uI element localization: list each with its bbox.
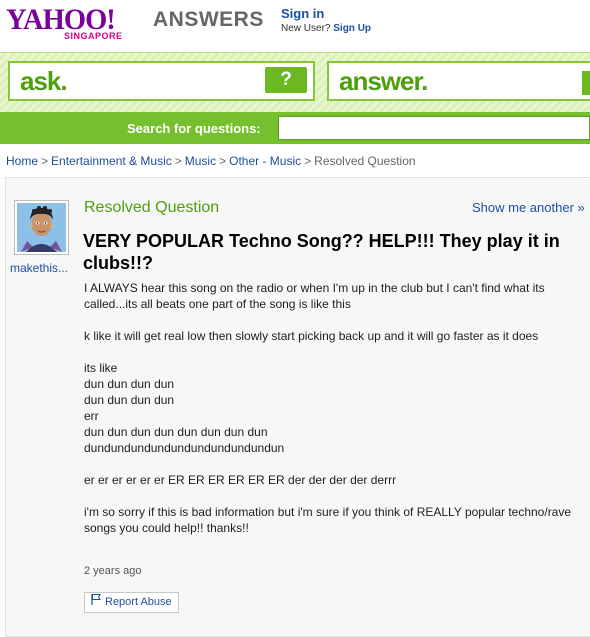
body-paragraph: I ALWAYS hear this song on the radio or … — [84, 281, 545, 311]
body-paragraph: er er er er er er ER ER ER ER ER ER der … — [84, 473, 397, 487]
resolved-question-heading: Resolved Question — [84, 199, 220, 216]
question-timestamp: 2 years ago — [84, 565, 142, 577]
user-avatar[interactable] — [14, 200, 69, 255]
flag-icon — [90, 593, 102, 612]
answer-tab[interactable]: answer. — [327, 61, 590, 101]
body-line: dun dun dun dun — [84, 393, 175, 407]
question-body: I ALWAYS hear this song on the radio or … — [84, 280, 584, 552]
breadcrumb-separator: > — [41, 154, 49, 168]
page-header: YAHOO! SINGAPORE ANSWERS Sign in New Use… — [0, 0, 590, 52]
report-abuse-label: Report Abuse — [105, 596, 172, 608]
logo-region: SINGAPORE — [64, 31, 123, 41]
ask-answer-band: ask. ? answer. — [0, 52, 590, 112]
product-name: ANSWERS — [153, 8, 264, 31]
breadcrumb-music[interactable]: Music — [185, 154, 216, 168]
body-line: dun dun dun dun dun dun dun dun — [84, 425, 268, 439]
yahoo-answers-logo[interactable]: YAHOO! SINGAPORE — [6, 4, 122, 42]
body-paragraph: k like it will get real low then slowly … — [84, 329, 539, 343]
body-paragraph: i'm so sorry if this is bad information … — [84, 505, 572, 535]
question-title: VERY POPULAR Techno Song?? HELP!!! They … — [83, 231, 560, 273]
breadcrumb-other-music[interactable]: Other - Music — [229, 154, 301, 168]
breadcrumb-entertainment-music[interactable]: Entertainment & Music — [51, 154, 172, 168]
new-user-text: New User? — [281, 23, 331, 34]
report-abuse-button[interactable]: Report Abuse — [84, 592, 179, 613]
breadcrumb-current: Resolved Question — [314, 154, 416, 168]
body-line: err — [84, 409, 99, 423]
body-line: its like — [84, 361, 118, 375]
ask-question-button[interactable]: ? — [265, 67, 307, 93]
avatar-image — [17, 203, 66, 252]
answer-label: answer. — [339, 66, 428, 96]
ask-label: ask. — [20, 66, 68, 96]
new-user-prompt: New User? Sign Up — [281, 23, 371, 34]
breadcrumb-separator: > — [219, 154, 227, 168]
search-label: Search for questions: — [127, 121, 261, 136]
show-another-link[interactable]: Show me another » — [472, 200, 585, 215]
search-bar: Search for questions: — [0, 112, 590, 144]
breadcrumb-separator: > — [304, 154, 312, 168]
ask-tab[interactable]: ask. ? — [8, 61, 315, 101]
answer-tab-edge — [582, 71, 590, 95]
breadcrumb-separator: > — [174, 154, 182, 168]
breadcrumb-home[interactable]: Home — [6, 154, 38, 168]
question-panel: makethis... Resolved Question Show me an… — [5, 177, 590, 637]
search-input[interactable] — [278, 116, 590, 140]
body-line: dun dun dun dun — [84, 377, 175, 391]
avatar-illustration — [17, 203, 66, 252]
sign-in-link[interactable]: Sign in — [281, 6, 324, 21]
breadcrumb: Home > Entertainment & Music > Music > Other -… — [6, 154, 416, 168]
body-line: dundundundundundundundundundun — [84, 441, 285, 455]
sign-up-link[interactable]: Sign Up — [333, 23, 371, 34]
asker-username[interactable]: makethis... — [10, 261, 68, 275]
